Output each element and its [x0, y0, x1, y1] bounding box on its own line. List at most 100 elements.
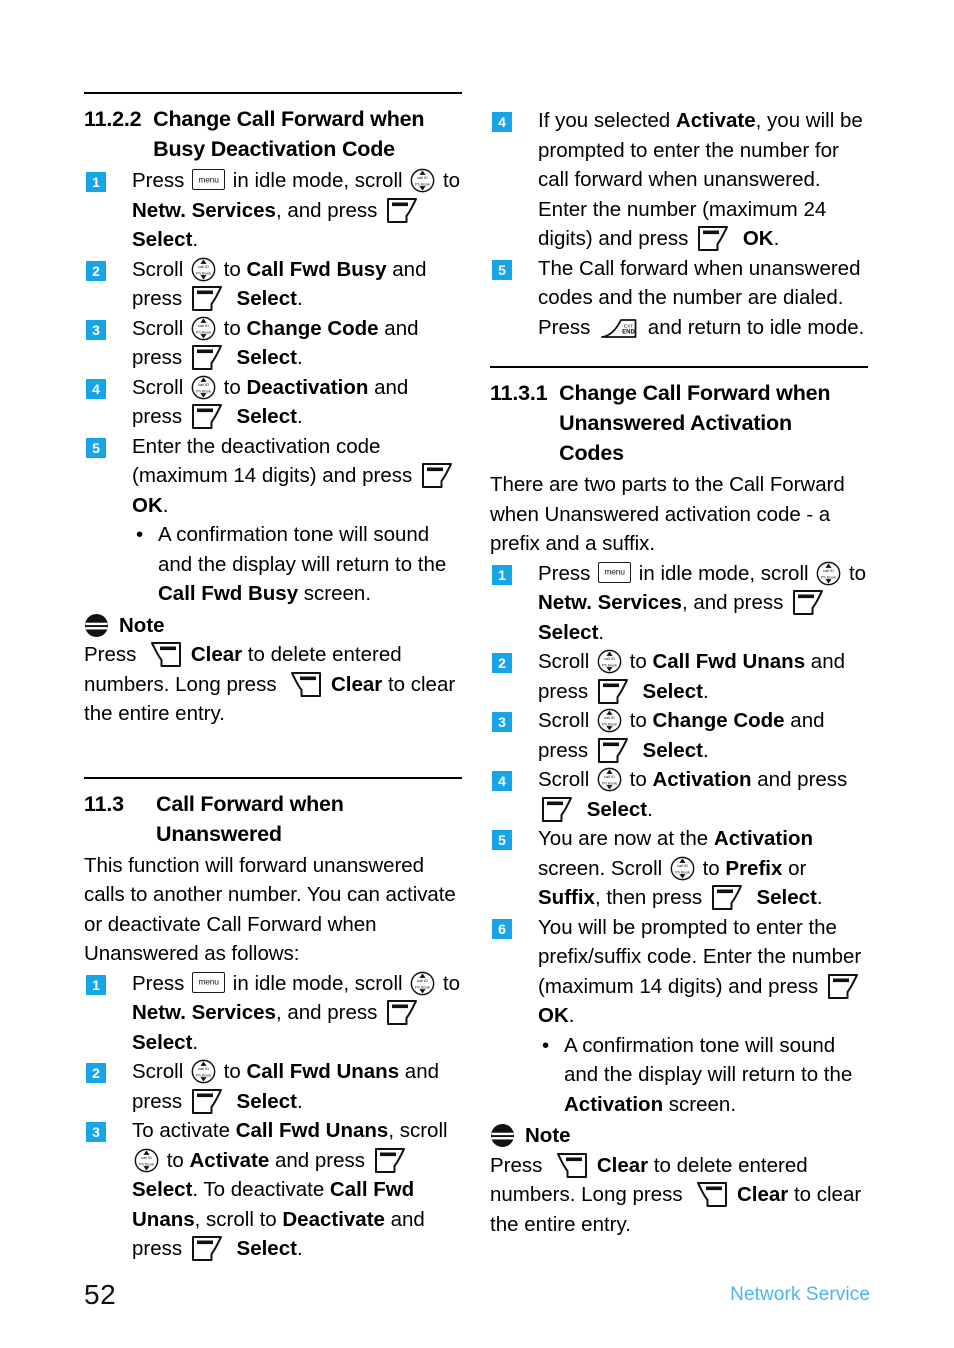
note-heading: Note	[84, 611, 464, 641]
step-text: .	[192, 228, 199, 251]
note-body: Press Clear to delete entered numbers. L…	[84, 640, 464, 729]
step-emphasis: Deactivate	[282, 1207, 385, 1231]
step-emphasis: Suffix	[538, 886, 595, 909]
select-softkey-icon	[597, 737, 634, 764]
heading-title: Change Call Forward when	[153, 107, 425, 131]
svg-text:call ID: call ID	[198, 323, 209, 328]
step-item: 3 To activate Call Fwd Unans, scroll cal…	[84, 1116, 464, 1264]
step-text: , and press	[681, 591, 790, 614]
menu-key-label: menu	[198, 174, 219, 184]
scroll-key-icon: call ID Ph.Book	[191, 316, 216, 341]
step-emphasis: Select	[236, 1237, 297, 1260]
step-item: 6 You will be prompted to enter the pref…	[490, 913, 870, 1031]
svg-text:call ID: call ID	[604, 656, 615, 661]
heading-11-3-1: 11.3.1 Change Call Forward when Unanswere…	[490, 378, 870, 468]
step-text: , then press	[594, 886, 708, 909]
heading-title-line2: Unanswered Activation	[559, 411, 792, 435]
menu-key-label: menu	[198, 976, 219, 987]
menu-key-icon: menu	[192, 971, 226, 993]
step-marker: 2	[86, 260, 106, 281]
heading-number: 11.3.1	[490, 381, 548, 405]
select-softkey-icon	[191, 1088, 228, 1115]
step-text: .	[816, 886, 823, 909]
step-text: . To deactivate	[192, 1178, 330, 1201]
ok-softkey-icon	[421, 462, 458, 489]
svg-text:END: END	[622, 329, 635, 335]
step-item: 1 Press menu in idle mode, scroll call I…	[490, 559, 870, 648]
scroll-key-icon: call ID Ph.Book	[410, 168, 435, 193]
step-item: 1 Press menu in idle mode, scroll call I…	[84, 969, 464, 1058]
step-text: Scroll	[132, 257, 189, 281]
section-divider	[490, 366, 868, 368]
step-item: 2 Scroll call ID Ph.Book to Call Fwd Bus…	[84, 255, 464, 314]
svg-text:Ph.Book: Ph.Book	[675, 869, 690, 874]
heading-title-line2: Unanswered	[156, 821, 282, 846]
step-emphasis: Select	[236, 405, 297, 428]
menu-key-icon: menu	[598, 561, 632, 583]
note-emphasis: Clear	[330, 672, 383, 696]
select-softkey-icon	[191, 344, 228, 371]
step-text: You are now at the	[538, 827, 714, 850]
svg-text:Ph.Book: Ph.Book	[196, 1072, 211, 1077]
step-text: screen. Scroll	[538, 856, 668, 880]
step-emphasis: Netw. Services	[132, 1001, 276, 1024]
step-text: Scroll	[538, 768, 595, 791]
note-heading: Note	[490, 1121, 870, 1151]
svg-text:Ph.Book: Ph.Book	[602, 662, 617, 667]
heading-number: 11.2.2	[84, 107, 142, 131]
scroll-key-icon: call ID Ph.Book	[597, 649, 622, 674]
step-text: and press	[751, 768, 848, 791]
step-text: to	[623, 650, 653, 673]
svg-text:call ID: call ID	[198, 1066, 209, 1071]
step-marker: 1	[492, 564, 512, 585]
step-emphasis: Prefix	[725, 856, 783, 880]
step-text: to	[161, 1148, 190, 1172]
step-emphasis: Select	[538, 620, 599, 644]
svg-text:call ID: call ID	[604, 715, 615, 720]
svg-text:Ph.Book: Ph.Book	[196, 329, 211, 334]
step-emphasis: Activate	[675, 109, 756, 132]
svg-text:Ph.Book: Ph.Book	[196, 270, 211, 275]
step-emphasis: Call Fwd Unans	[235, 1119, 389, 1142]
step-marker: 5	[86, 437, 106, 458]
step-emphasis: OK	[132, 493, 163, 517]
note-title: Note	[525, 1124, 571, 1147]
heading-title: Change Call Forward when	[559, 381, 831, 405]
step-marker: 5	[492, 259, 512, 280]
step-emphasis: OK	[538, 1004, 569, 1027]
svg-text:call ID: call ID	[604, 774, 615, 779]
scroll-key-icon: call ID Ph.Book	[410, 971, 435, 996]
heading-title-line3: Codes	[559, 441, 624, 465]
step-marker: 3	[86, 1122, 106, 1142]
select-softkey-icon	[711, 884, 748, 911]
note-emphasis: Clear	[190, 643, 243, 666]
step-text: Enter the deactivation code (maximum 14 …	[132, 434, 418, 488]
step-emphasis: Call Fwd Busy	[246, 257, 387, 281]
step-text: in idle mode, scroll	[227, 971, 409, 995]
step-item: 4 Scroll call ID Ph.Book to Activation a…	[490, 765, 870, 824]
svg-text:call ID: call ID	[417, 175, 428, 180]
step-text: to	[696, 856, 726, 880]
step-text: You will be prompted to enter the prefix…	[538, 915, 862, 998]
step-text: to	[437, 971, 461, 995]
step-text: to	[217, 257, 247, 281]
step-marker: 2	[492, 653, 512, 673]
select-softkey-icon	[386, 999, 423, 1026]
step-marker: 3	[492, 712, 512, 732]
step-text: Press	[132, 971, 191, 995]
note-emphasis: Clear	[596, 1153, 649, 1177]
step-text: Scroll	[538, 650, 595, 673]
bullet-emphasis: Activation	[564, 1092, 664, 1116]
step-marker: 1	[86, 974, 106, 995]
step-text: and return to idle mode.	[642, 315, 865, 339]
step-emphasis: Select	[586, 797, 648, 821]
menu-key-label: menu	[604, 566, 625, 577]
select-softkey-icon	[191, 403, 228, 430]
bullet-text: screen.	[663, 1092, 737, 1116]
step-text: , and press	[275, 1001, 384, 1024]
svg-text:EXT: EXT	[624, 323, 633, 328]
svg-text:Ph.Book: Ph.Book	[196, 388, 211, 393]
step-emphasis: Deactivation	[246, 375, 369, 399]
svg-text:Ph.Book: Ph.Book	[602, 780, 617, 785]
scroll-key-icon: call ID Ph.Book	[597, 708, 622, 733]
